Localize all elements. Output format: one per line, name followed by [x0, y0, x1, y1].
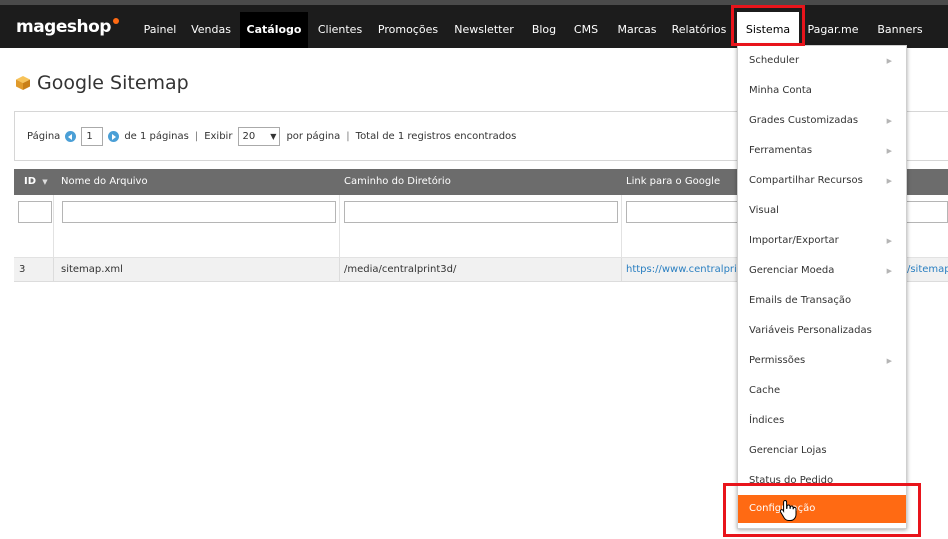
menu-item-label: Grades Customizadas [749, 115, 859, 126]
menu-item-label: Permissões [749, 355, 806, 366]
menu-item-variaveis-personalizadas[interactable]: Variáveis Personalizadas [738, 317, 906, 345]
menu-item-label: Importar/Exportar [749, 235, 839, 246]
top-navigation-bar: mageshop Painel Vendas Catálogo Clientes… [0, 0, 948, 48]
column-header-id[interactable]: ID ▼ [24, 169, 48, 195]
chevron-right-icon: ▶ [886, 117, 892, 125]
menu-item-label: Ferramentas [749, 145, 813, 156]
column-header-link[interactable]: Link para o Google [626, 169, 720, 195]
nav-item-clientes[interactable]: Clientes [312, 12, 368, 48]
pager-show-label: Exibir [204, 131, 233, 142]
menu-item-visual[interactable]: Visual [738, 197, 906, 225]
pager-per-page-label: por página [286, 131, 341, 142]
menu-item-permissoes[interactable]: Permissões ▶ [738, 347, 906, 375]
next-page-icon[interactable] [108, 131, 120, 142]
highlight-box-sistema [731, 5, 805, 46]
nav-item-cms[interactable]: CMS [566, 12, 606, 48]
page-header: Google Sitemap [15, 70, 189, 96]
filter-id-input[interactable] [18, 201, 52, 223]
filter-path-input[interactable] [344, 201, 618, 223]
nav-item-vendas[interactable]: Vendas [186, 12, 236, 48]
pager-separator: | [194, 131, 199, 142]
chevron-right-icon: ▶ [886, 267, 892, 275]
per-page-value: 20 [242, 131, 256, 142]
brand-logo-dot [112, 18, 119, 24]
menu-item-minha-conta[interactable]: Minha Conta [738, 77, 906, 105]
menu-item-grades-customizadas[interactable]: Grades Customizadas ▶ [738, 107, 906, 135]
nav-item-newsletter[interactable]: Newsletter [448, 12, 520, 48]
chevron-right-icon: ▶ [886, 177, 892, 185]
cell-path: /media/centralprint3d/ [344, 264, 457, 275]
nav-item-relatorios[interactable]: Relatórios [666, 12, 732, 48]
filter-cell [340, 195, 622, 258]
cell-filename: sitemap.xml [61, 264, 123, 275]
menu-item-label: Índices [749, 415, 785, 426]
page-title: Google Sitemap [37, 72, 189, 94]
nav-item-marcas[interactable]: Marcas [610, 12, 664, 48]
menu-item-compartilhar-recursos[interactable]: Compartilhar Recursos ▶ [738, 167, 906, 195]
highlight-box-configuracao [723, 483, 921, 537]
menu-item-gerenciar-lojas[interactable]: Gerenciar Lojas [738, 437, 906, 465]
column-header-filename[interactable]: Nome do Arquivo [61, 169, 148, 195]
chevron-right-icon: ▶ [886, 147, 892, 155]
chevron-right-icon: ▶ [886, 357, 892, 365]
sort-desc-icon: ▼ [42, 178, 48, 186]
filter-link-input[interactable] [626, 201, 746, 223]
chevron-right-icon: ▶ [886, 57, 892, 65]
per-page-select[interactable]: 20 ▼ [238, 127, 281, 146]
hand-cursor-icon [779, 499, 797, 521]
nav-item-blog[interactable]: Blog [526, 12, 562, 48]
filter-cell [14, 195, 54, 258]
brand-logo-text: mageshop [16, 17, 111, 37]
menu-item-label: Cache [749, 385, 781, 396]
menu-item-cache[interactable]: Cache [738, 377, 906, 405]
menu-item-label: Visual [749, 205, 779, 216]
menu-item-label: Gerenciar Moeda [749, 265, 835, 276]
filter-filename-input[interactable] [62, 201, 336, 223]
menu-item-scheduler[interactable]: Scheduler ▶ [738, 47, 906, 75]
menu-item-ferramentas[interactable]: Ferramentas ▶ [738, 137, 906, 165]
nav-item-banners[interactable]: Banners [868, 12, 932, 48]
column-header-id-label: ID [24, 176, 37, 187]
package-icon [16, 76, 30, 90]
sistema-dropdown-menu: Scheduler ▶ Minha Conta Grades Customizad… [737, 45, 907, 529]
pager-total-pages: de 1 páginas [124, 131, 189, 142]
chevron-down-icon: ▼ [270, 132, 277, 141]
menu-item-label: Minha Conta [749, 85, 812, 96]
menu-item-label: Variáveis Personalizadas [749, 325, 872, 336]
brand-logo[interactable]: mageshop [16, 15, 119, 41]
column-header-path[interactable]: Caminho do Diretório [344, 169, 451, 195]
menu-item-label: Scheduler [749, 55, 800, 66]
menu-item-label: Gerenciar Lojas [749, 445, 827, 456]
page-number-input[interactable] [81, 127, 104, 146]
nav-item-catalogo[interactable]: Catálogo [240, 12, 308, 48]
chevron-right-icon: ▶ [886, 237, 892, 245]
menu-item-indices[interactable]: Índices [738, 407, 906, 435]
menu-item-label: Compartilhar Recursos [749, 175, 863, 186]
nav-item-pagarme[interactable]: Pagar.me [803, 12, 863, 48]
nav-item-promocoes[interactable]: Promoções [372, 12, 444, 48]
filter-action-input[interactable] [904, 201, 948, 223]
previous-page-icon[interactable] [65, 131, 77, 142]
filter-cell [54, 195, 340, 258]
pager-page-label: Página [27, 131, 61, 142]
menu-item-emails-de-transacao[interactable]: Emails de Transação [738, 287, 906, 315]
menu-item-importar-exportar[interactable]: Importar/Exportar ▶ [738, 227, 906, 255]
menu-item-gerenciar-moeda[interactable]: Gerenciar Moeda ▶ [738, 257, 906, 285]
menu-item-label: Emails de Transação [749, 295, 852, 306]
pager-total-records: Total de 1 registros encontrados [355, 131, 517, 142]
nav-item-painel[interactable]: Painel [136, 12, 184, 48]
pager-separator: | [346, 131, 350, 142]
cell-id: 3 [19, 264, 26, 275]
